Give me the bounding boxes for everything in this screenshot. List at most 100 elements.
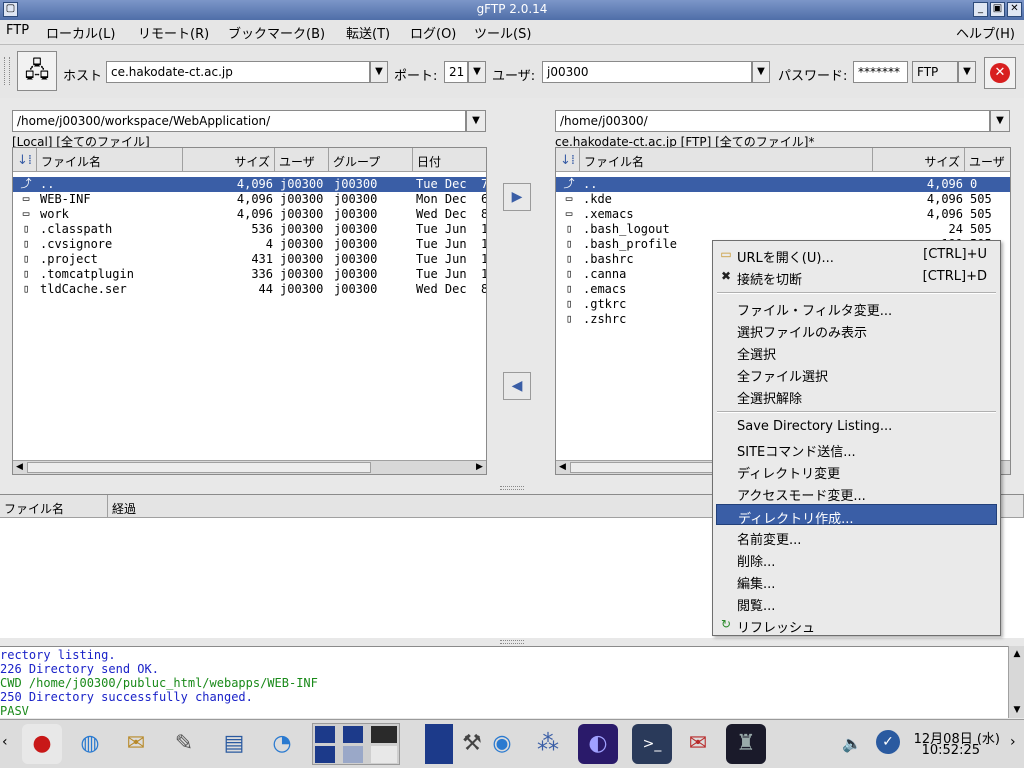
title-bar[interactable]: ▢ gFTP 2.0.14 _ ▣ ✕: [0, 0, 1024, 20]
menu-tools[interactable]: ツール(S): [474, 23, 531, 42]
terminal-icon[interactable]: >_: [632, 724, 672, 764]
context-menu-item[interactable]: 削除...: [716, 548, 997, 570]
toolbar-grip[interactable]: [4, 57, 10, 85]
local-col-name[interactable]: ファイル名: [37, 148, 183, 172]
menu-ftp[interactable]: FTP: [6, 23, 29, 38]
menu-help[interactable]: ヘルプ(H): [956, 23, 1015, 42]
update-status-icon[interactable]: ✓: [876, 730, 900, 754]
local-file-row[interactable]: ▯ .cvsignore 4 j00300 j00300 Tue Jun 1: [13, 237, 486, 252]
spreadsheet-icon[interactable]: ◔: [262, 724, 302, 764]
context-menu-item[interactable]: ↻ リフレッシュ: [716, 614, 997, 636]
presentation-icon[interactable]: ▤: [214, 724, 254, 764]
log-view[interactable]: rectory listing. 226 Directory send OK. CW…: [0, 646, 1008, 718]
local-file-list[interactable]: ↓⁞ ファイル名 サイズ ユーザ グループ 日付 ⤴.. 4,096 j00300 j…: [12, 147, 487, 475]
context-menu-item[interactable]: 編集...: [716, 570, 997, 592]
robot-icon[interactable]: ♜: [726, 724, 766, 764]
connect-icon[interactable]: 🖧: [17, 51, 57, 91]
user-input[interactable]: j00300: [542, 61, 752, 83]
scroll-left-icon[interactable]: ◀: [556, 461, 569, 474]
local-col-size[interactable]: サイズ: [183, 148, 275, 172]
context-menu-item[interactable]: アクセスモード変更...: [716, 482, 997, 504]
context-menu-item[interactable]: 選択ファイルのみ表示: [716, 319, 997, 341]
local-path-input[interactable]: /home/j00300/workspace/WebApplication/: [12, 110, 466, 132]
context-menu-item[interactable]: ✖ 接続を切断 [CTRL]+D: [716, 266, 997, 288]
scroll-right-icon[interactable]: ▶: [473, 461, 486, 474]
app-window-icon[interactable]: [425, 724, 453, 764]
taskbar-scroll-left-icon[interactable]: ‹: [2, 734, 8, 750]
minimize-icon[interactable]: _: [973, 2, 988, 17]
workspace-5[interactable]: [343, 746, 363, 763]
local-file-row[interactable]: ⤴.. 4,096 j00300 j00300 Tue Dec 7: [13, 177, 486, 192]
remote-file-row[interactable]: ▭ .kde 4,096 505: [556, 192, 1010, 207]
port-dropdown-icon[interactable]: ▼: [468, 61, 486, 83]
context-menu-item[interactable]: 名前変更...: [716, 526, 997, 548]
pane-splitter[interactable]: [500, 486, 524, 490]
local-file-row[interactable]: ▯ .project 431 j00300 j00300 Tue Jun 1: [13, 252, 486, 267]
context-menu-item[interactable]: ▭ URLを開く(U)... [CTRL]+U: [716, 244, 997, 266]
local-file-row[interactable]: ▯ .classpath 536 j00300 j00300 Tue Jun 1: [13, 222, 486, 237]
disconnect-button[interactable]: ✕: [984, 57, 1016, 89]
remote-file-row[interactable]: ⤴.. 4,096 0: [556, 177, 1010, 192]
scroll-left-icon[interactable]: ◀: [13, 461, 26, 474]
port-input[interactable]: 21: [444, 61, 468, 83]
remote-sort-icon[interactable]: ↓⁞: [556, 148, 580, 172]
menu-remote[interactable]: リモート(R): [138, 23, 209, 42]
browser-icon[interactable]: ◉: [482, 724, 522, 764]
close-icon[interactable]: ✕: [1007, 2, 1022, 17]
remote-col-user[interactable]: ユーザ: [965, 148, 1010, 172]
remote-col-size[interactable]: サイズ: [873, 148, 965, 172]
workspace-6[interactable]: [371, 746, 397, 763]
context-menu-item[interactable]: 全選択解除: [716, 385, 997, 407]
context-menu-item[interactable]: ファイル・フィルタ変更...: [716, 297, 997, 319]
local-file-row[interactable]: ▭ WEB-INF 4,096 j00300 j00300 Mon Dec 6: [13, 192, 486, 207]
workspace-4[interactable]: [315, 746, 335, 763]
protocol-select[interactable]: FTP: [912, 61, 958, 83]
transfer-col-filename[interactable]: ファイル名: [0, 495, 108, 518]
local-path-dropdown-icon[interactable]: ▼: [466, 110, 486, 132]
remote-path-dropdown-icon[interactable]: ▼: [990, 110, 1010, 132]
context-menu-item[interactable]: 全ファイル選択: [716, 363, 997, 385]
host-dropdown-icon[interactable]: ▼: [370, 61, 388, 83]
binary-editor-icon[interactable]: ⁂: [528, 724, 568, 764]
local-scroll-thumb[interactable]: [27, 462, 371, 473]
context-menu-item[interactable]: ディレクトリ作成...: [716, 504, 997, 527]
workspace-3[interactable]: [371, 726, 397, 743]
menu-log[interactable]: ログ(O): [410, 23, 456, 42]
context-menu-item[interactable]: 閲覧...: [716, 592, 997, 614]
eclipse-icon[interactable]: ◐: [578, 724, 618, 764]
local-sort-icon[interactable]: ↓⁞: [13, 148, 37, 172]
workspace-2[interactable]: [343, 726, 363, 743]
local-col-user[interactable]: ユーザ: [275, 148, 329, 172]
user-dropdown-icon[interactable]: ▼: [752, 61, 770, 83]
context-menu-item[interactable]: ディレクトリ変更: [716, 460, 997, 482]
local-col-group[interactable]: グループ: [329, 148, 413, 172]
maximize-icon[interactable]: ▣: [990, 2, 1005, 17]
local-col-date[interactable]: 日付: [413, 148, 486, 172]
sylpheed-mail-icon[interactable]: ✉: [678, 724, 718, 764]
menu-local[interactable]: ローカル(L): [46, 23, 115, 42]
remote-path-input[interactable]: /home/j00300/: [555, 110, 990, 132]
taskbar-scroll-right-icon[interactable]: ›: [1010, 734, 1016, 750]
log-splitter[interactable]: [500, 640, 524, 644]
remote-file-row[interactable]: ▯ .bash_logout 24 505: [556, 222, 1010, 237]
context-menu-item[interactable]: 全選択: [716, 341, 997, 363]
web-browser-icon[interactable]: ◍: [70, 724, 110, 764]
redhat-menu-icon[interactable]: ●: [22, 724, 62, 764]
local-file-row[interactable]: ▯ .tomcatplugin 336 j00300 j00300 Tue Jun 1: [13, 267, 486, 282]
remote-file-row[interactable]: ▭ .xemacs 4,096 505: [556, 207, 1010, 222]
remote-col-name[interactable]: ファイル名: [580, 148, 873, 172]
workspace-switcher[interactable]: [312, 723, 400, 765]
text-editor-icon[interactable]: ✎: [164, 724, 204, 764]
mail-icon[interactable]: ✉: [116, 724, 156, 764]
password-input[interactable]: *******: [853, 61, 908, 83]
menu-transfer[interactable]: 転送(T): [346, 23, 390, 42]
local-horizontal-scrollbar[interactable]: ◀ ▶: [13, 460, 486, 474]
local-file-row[interactable]: ▭ work 4,096 j00300 j00300 Wed Dec 8: [13, 207, 486, 222]
scroll-up-icon[interactable]: ▲: [1010, 647, 1024, 661]
volume-icon[interactable]: 🔈: [842, 734, 862, 753]
remote-scroll-thumb[interactable]: [570, 462, 720, 473]
menu-bookmarks[interactable]: ブックマーク(B): [228, 23, 325, 42]
log-vertical-scrollbar[interactable]: ▲ ▼: [1008, 646, 1024, 718]
scroll-down-icon[interactable]: ▼: [1010, 703, 1024, 717]
context-menu-item[interactable]: SITEコマンド送信...: [716, 438, 997, 460]
